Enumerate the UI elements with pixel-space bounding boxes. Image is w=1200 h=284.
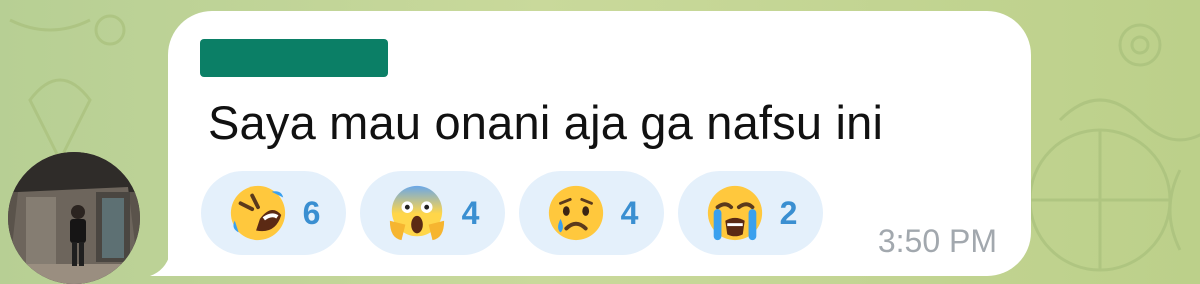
reaction-count: 6: [302, 194, 321, 231]
reaction-count: 4: [461, 194, 480, 231]
reaction-loudly-crying[interactable]: 2: [678, 171, 823, 255]
reactions-row: 6 4 4 2: [201, 171, 823, 255]
avatar[interactable]: [8, 152, 140, 284]
reaction-crying[interactable]: 4: [519, 171, 664, 255]
reaction-screaming[interactable]: 4: [360, 171, 505, 255]
user-photo-avatar-icon: [8, 152, 140, 284]
reaction-count: 4: [620, 194, 639, 231]
message-timestamp: 3:50 PM: [877, 223, 997, 259]
reaction-rolling-laughing[interactable]: 6: [201, 171, 346, 255]
message-text: Saya mau onani aja ga nafsu ini: [208, 96, 884, 149]
sender-name-redacted: [200, 39, 388, 77]
rolling-on-floor-laughing-icon: [230, 185, 285, 241]
message-bubble[interactable]: Saya mau onani aja ga nafsu ini 6 4 4 2 …: [168, 11, 1031, 276]
crying-face-icon: [548, 185, 603, 241]
reaction-count: 2: [779, 194, 798, 231]
loudly-crying-face-icon: [707, 185, 762, 241]
face-screaming-in-fear-icon: [389, 185, 444, 241]
